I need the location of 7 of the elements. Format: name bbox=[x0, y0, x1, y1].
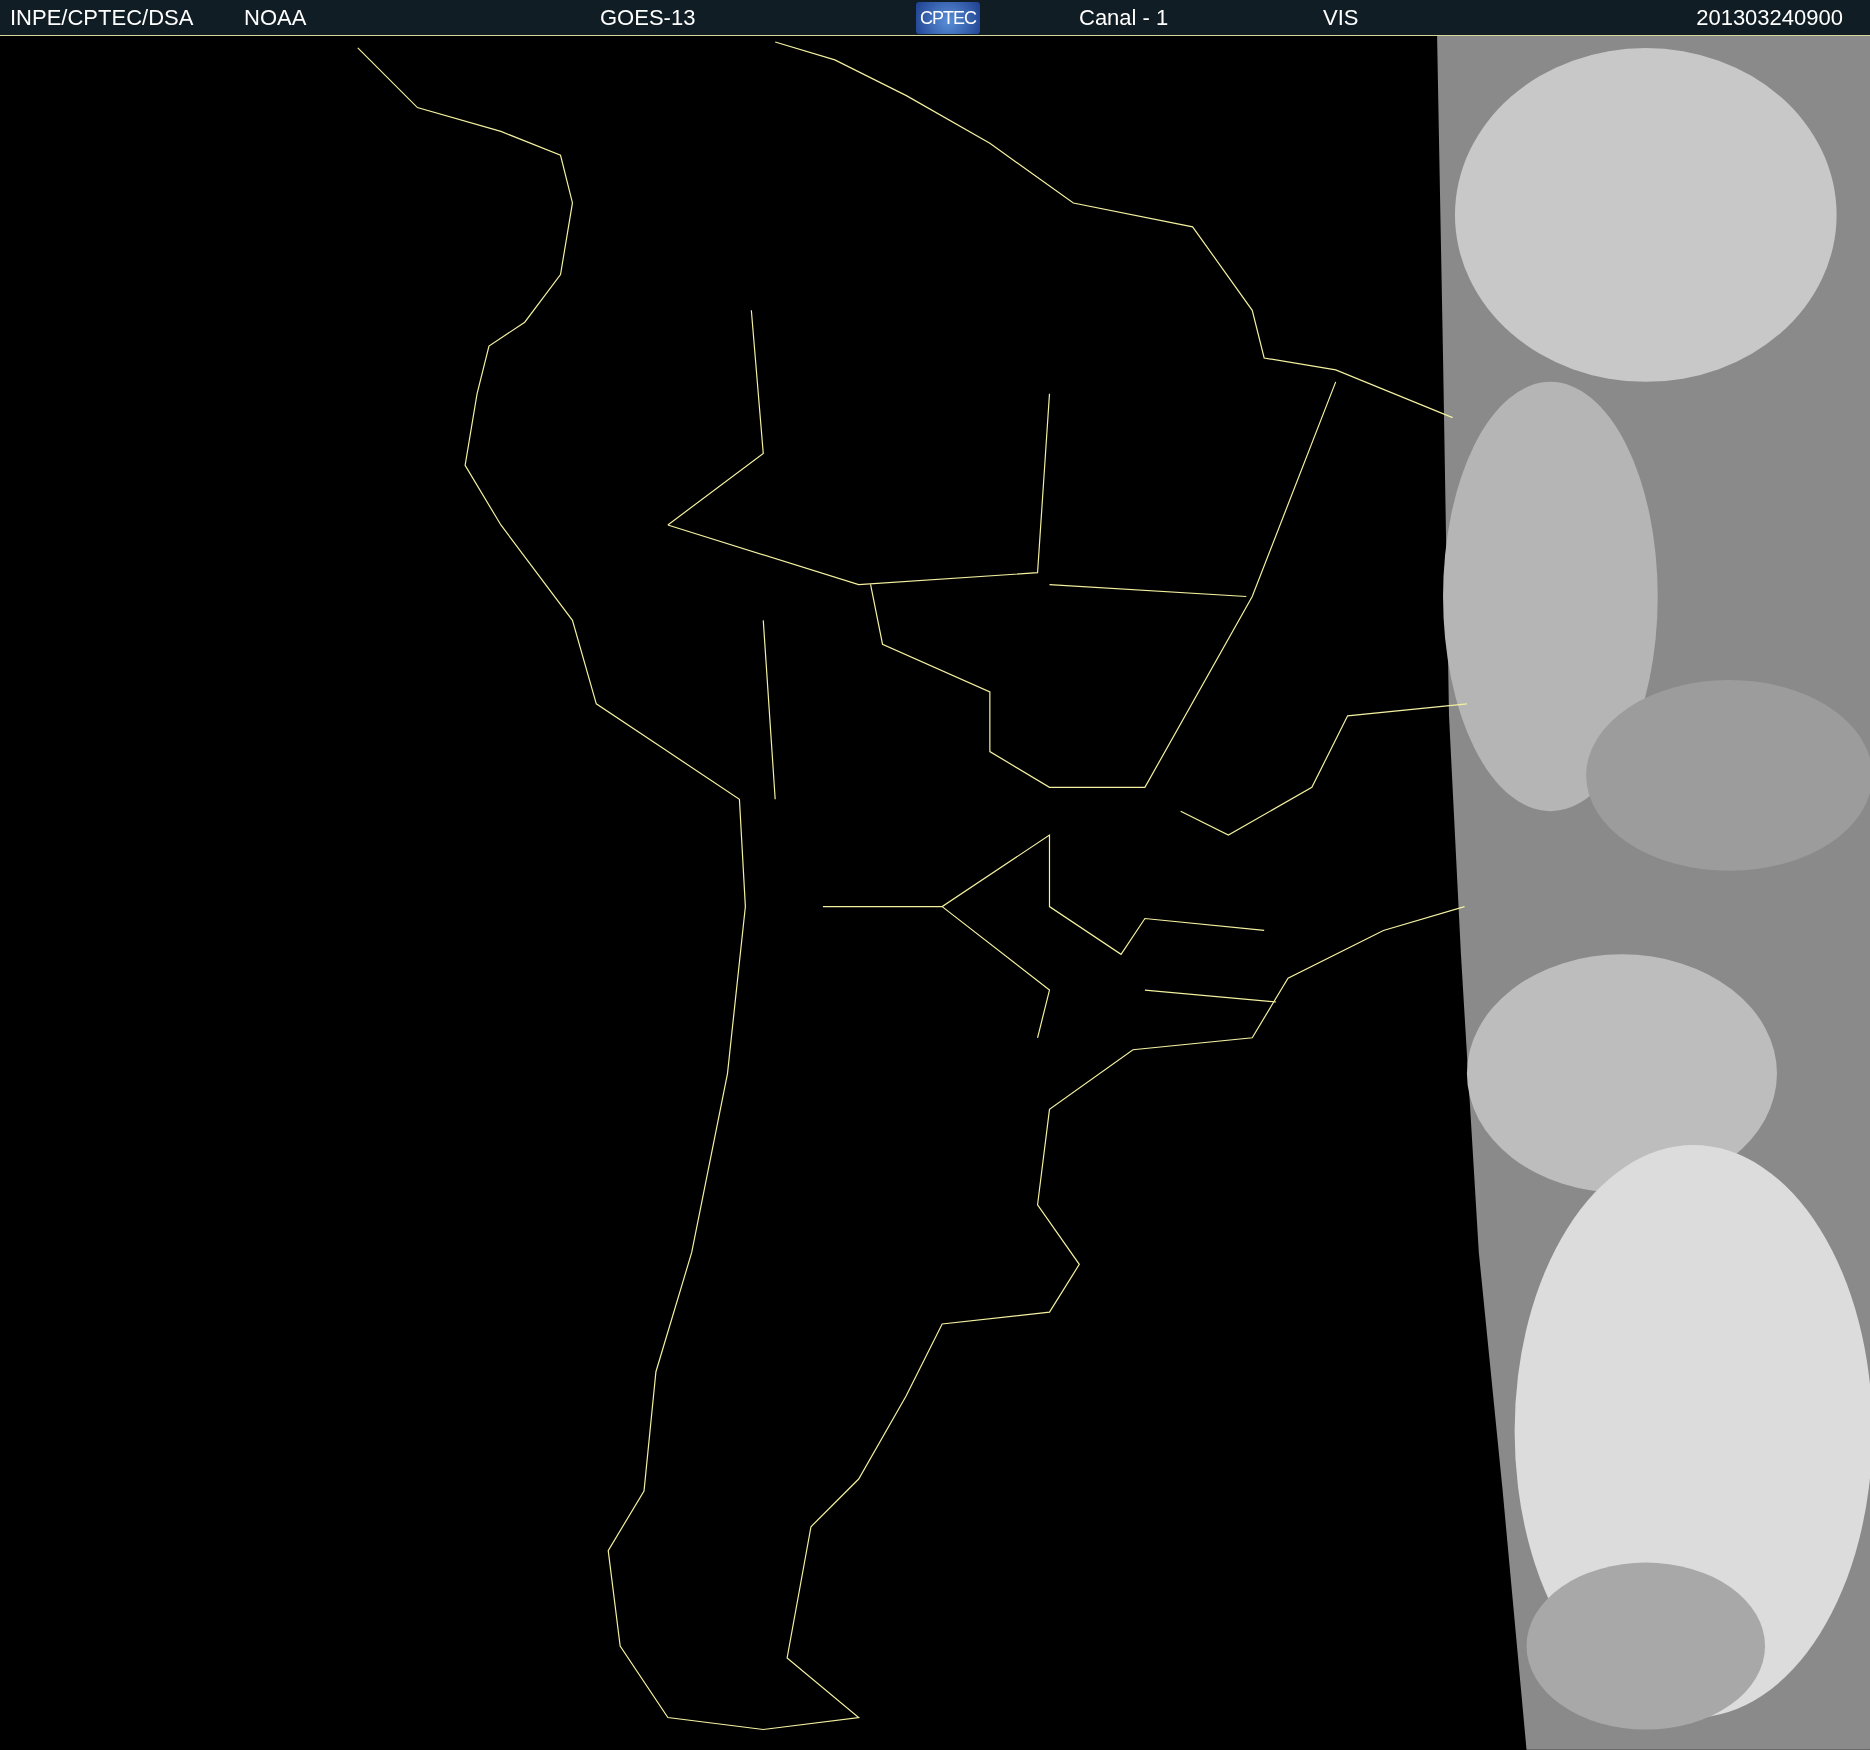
header-label: VIS bbox=[1323, 4, 1359, 31]
header-label: INPE/CPTEC/DSA bbox=[10, 4, 194, 31]
header-label: Canal - 1 bbox=[1079, 4, 1169, 31]
header-label: GOES-13 bbox=[600, 4, 696, 31]
header-label: NOAA bbox=[244, 4, 307, 31]
header-label: 201303240900 bbox=[1696, 4, 1843, 31]
logo: CPTEC bbox=[916, 1, 980, 34]
